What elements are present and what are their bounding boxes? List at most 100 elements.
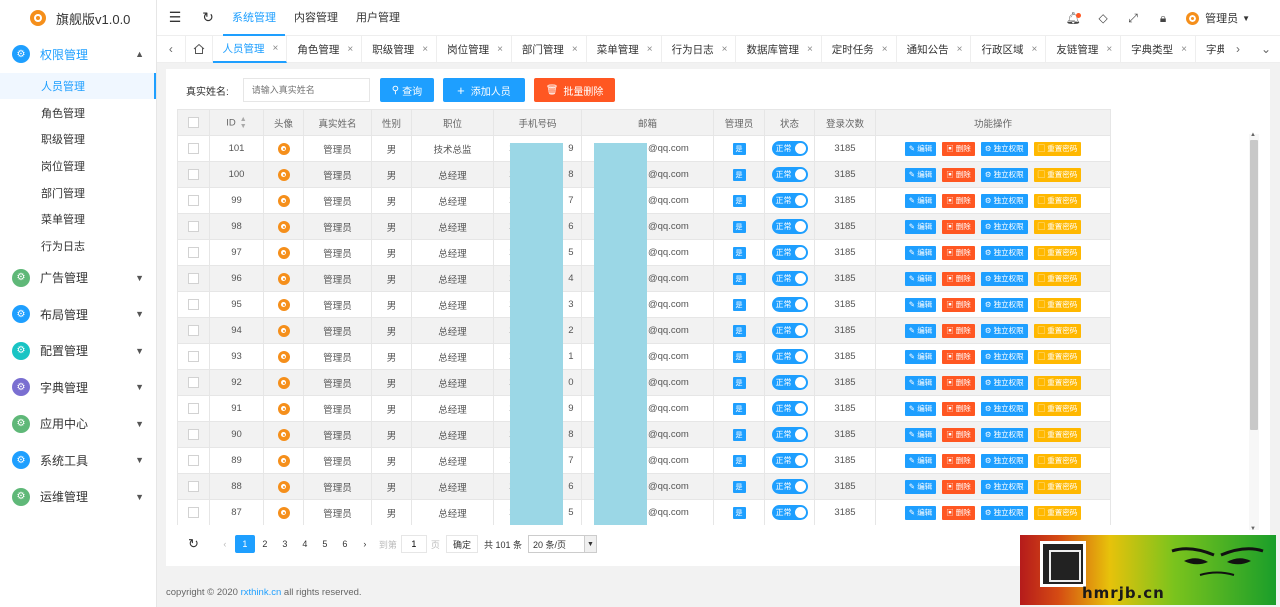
- permission-button[interactable]: ⚙ 独立权限: [980, 427, 1028, 442]
- row-checkbox[interactable]: [188, 428, 199, 440]
- menu-toggle-icon[interactable]: ☰: [157, 9, 193, 26]
- status-toggle[interactable]: 正常: [771, 505, 808, 520]
- edit-button[interactable]: ✎ 编辑: [904, 167, 937, 182]
- close-icon[interactable]: ×: [572, 44, 578, 55]
- sidebar-item[interactable]: 人员管理: [0, 72, 156, 100]
- menu-group-header[interactable]: ⚙ 广告管理 ▼: [0, 259, 156, 296]
- footer-link[interactable]: rxthink.cn: [241, 587, 282, 598]
- close-icon[interactable]: ×: [497, 44, 503, 55]
- row-checkbox-cell[interactable]: [177, 343, 210, 370]
- row-checkbox[interactable]: [188, 480, 199, 492]
- tab[interactable]: 友链管理 ×: [1046, 35, 1122, 63]
- delete-button[interactable]: ▣ 删除: [942, 271, 975, 286]
- status-toggle[interactable]: 正常: [771, 427, 808, 442]
- refresh-icon[interactable]: ↻: [193, 9, 223, 26]
- page-size-select[interactable]: 20 条/页 ▼: [527, 535, 597, 553]
- row-checkbox-cell[interactable]: [177, 395, 210, 422]
- permission-button[interactable]: ⚙ 独立权限: [980, 401, 1028, 416]
- row-checkbox-cell[interactable]: [177, 187, 210, 214]
- page-number[interactable]: 1: [234, 535, 255, 553]
- edit-button[interactable]: ✎ 编辑: [904, 193, 937, 208]
- reset-password-button[interactable]: ▢ 重置密码: [1033, 375, 1082, 390]
- permission-button[interactable]: ⚙ 独立权限: [980, 505, 1028, 520]
- status-toggle[interactable]: 正常: [771, 375, 808, 390]
- reset-password-button[interactable]: ▢ 重置密码: [1033, 479, 1082, 494]
- tabs-dropdown-icon[interactable]: ⌄: [1252, 42, 1280, 56]
- table-scrollbar[interactable]: ▲ ▼: [1249, 132, 1259, 532]
- delete-button[interactable]: ▣ 删除: [942, 453, 975, 468]
- tab[interactable]: 行为日志 ×: [662, 35, 737, 63]
- topnav-system[interactable]: 系统管理: [223, 0, 285, 36]
- menu-group-header[interactable]: ⚙ 布局管理 ▼: [0, 296, 156, 333]
- permission-button[interactable]: ⚙ 独立权限: [980, 193, 1028, 208]
- row-checkbox[interactable]: [188, 350, 199, 362]
- status-toggle[interactable]: 正常: [771, 297, 808, 312]
- page-number[interactable]: 3: [275, 535, 295, 553]
- sidebar-item[interactable]: 菜单管理: [0, 206, 156, 233]
- reset-password-button[interactable]: ▢ 重置密码: [1033, 427, 1082, 442]
- prev-page-icon[interactable]: ‹: [215, 535, 235, 553]
- edit-button[interactable]: ✎ 编辑: [904, 297, 937, 312]
- status-toggle[interactable]: 正常: [771, 349, 808, 364]
- tab[interactable]: 职级管理 ×: [362, 35, 438, 63]
- select-all-checkbox[interactable]: [188, 116, 199, 128]
- permission-button[interactable]: ⚙ 独立权限: [980, 349, 1028, 364]
- sidebar-item[interactable]: 角色管理: [0, 99, 156, 126]
- status-toggle[interactable]: 正常: [771, 141, 808, 156]
- tab[interactable]: 字典管理×: [1196, 36, 1224, 63]
- row-checkbox[interactable]: [188, 220, 199, 232]
- tab[interactable]: 人员管理 ×: [212, 35, 288, 63]
- edit-button[interactable]: ✎ 编辑: [904, 505, 937, 520]
- scroll-up-icon[interactable]: ▲: [1250, 132, 1256, 138]
- status-toggle[interactable]: 正常: [771, 401, 808, 416]
- close-icon[interactable]: ×: [807, 44, 813, 55]
- status-toggle[interactable]: 正常: [771, 245, 808, 260]
- sort-icon[interactable]: ▲ ▼: [240, 116, 247, 130]
- status-toggle[interactable]: 正常: [771, 453, 808, 468]
- reset-password-button[interactable]: ▢ 重置密码: [1033, 401, 1082, 416]
- reset-password-button[interactable]: ▢ 重置密码: [1033, 349, 1082, 364]
- edit-button[interactable]: ✎ 编辑: [904, 219, 937, 234]
- bell-icon[interactable]: 🔔︎: [1058, 11, 1088, 25]
- status-toggle[interactable]: 正常: [771, 167, 808, 182]
- reload-icon[interactable]: ↻: [188, 536, 199, 552]
- goto-page-input[interactable]: [400, 535, 427, 553]
- menu-group-header[interactable]: ⚙ 运维管理 ▼: [0, 478, 156, 515]
- menu-group-header[interactable]: ⚙ 字典管理 ▼: [0, 369, 156, 406]
- reset-password-button[interactable]: ▢ 重置密码: [1033, 141, 1082, 156]
- close-icon[interactable]: ×: [1031, 44, 1037, 55]
- row-checkbox-cell[interactable]: [177, 135, 210, 162]
- tab[interactable]: 菜单管理 ×: [587, 35, 662, 63]
- reset-password-button[interactable]: ▢ 重置密码: [1033, 167, 1082, 182]
- delete-button[interactable]: ▣ 删除: [942, 401, 975, 416]
- reset-password-button[interactable]: ▢ 重置密码: [1033, 453, 1082, 468]
- reset-password-button[interactable]: ▢ 重置密码: [1033, 323, 1082, 338]
- add-user-button[interactable]: + 添加人员: [443, 78, 525, 102]
- topnav-content[interactable]: 内容管理: [285, 0, 347, 36]
- delete-button[interactable]: ▣ 删除: [942, 479, 975, 494]
- page-number[interactable]: 4: [295, 535, 315, 553]
- menu-group-header[interactable]: ⚙ 权限管理 ▲: [0, 36, 156, 73]
- tab[interactable]: 通知公告 ×: [897, 35, 972, 63]
- tab[interactable]: 行政区域 ×: [971, 35, 1047, 63]
- permission-button[interactable]: ⚙ 独立权限: [980, 219, 1028, 234]
- row-checkbox-cell[interactable]: [177, 369, 210, 396]
- menu-group-header[interactable]: ⚙ 系统工具 ▼: [0, 442, 156, 479]
- delete-button[interactable]: ▣ 删除: [942, 427, 975, 442]
- close-icon[interactable]: ×: [647, 44, 653, 55]
- tab[interactable]: 部门管理 ×: [512, 35, 587, 63]
- sidebar-item[interactable]: 职级管理: [0, 126, 156, 153]
- reset-password-button[interactable]: ▢ 重置密码: [1033, 245, 1082, 260]
- tab[interactable]: 角色管理 ×: [287, 35, 363, 63]
- reset-password-button[interactable]: ▢ 重置密码: [1033, 271, 1082, 286]
- permission-button[interactable]: ⚙ 独立权限: [980, 167, 1028, 182]
- tab[interactable]: 数据库管理 ×: [736, 35, 822, 63]
- delete-button[interactable]: ▣ 删除: [942, 141, 975, 156]
- edit-button[interactable]: ✎ 编辑: [904, 479, 937, 494]
- select-all-checkbox-cell[interactable]: [177, 109, 210, 136]
- permission-button[interactable]: ⚙ 独立权限: [980, 323, 1028, 338]
- column-header-id[interactable]: ID ▲ ▼: [209, 109, 264, 136]
- scroll-down-icon[interactable]: ▼: [1250, 526, 1256, 532]
- row-checkbox[interactable]: [188, 324, 199, 336]
- delete-button[interactable]: ▣ 删除: [942, 505, 975, 520]
